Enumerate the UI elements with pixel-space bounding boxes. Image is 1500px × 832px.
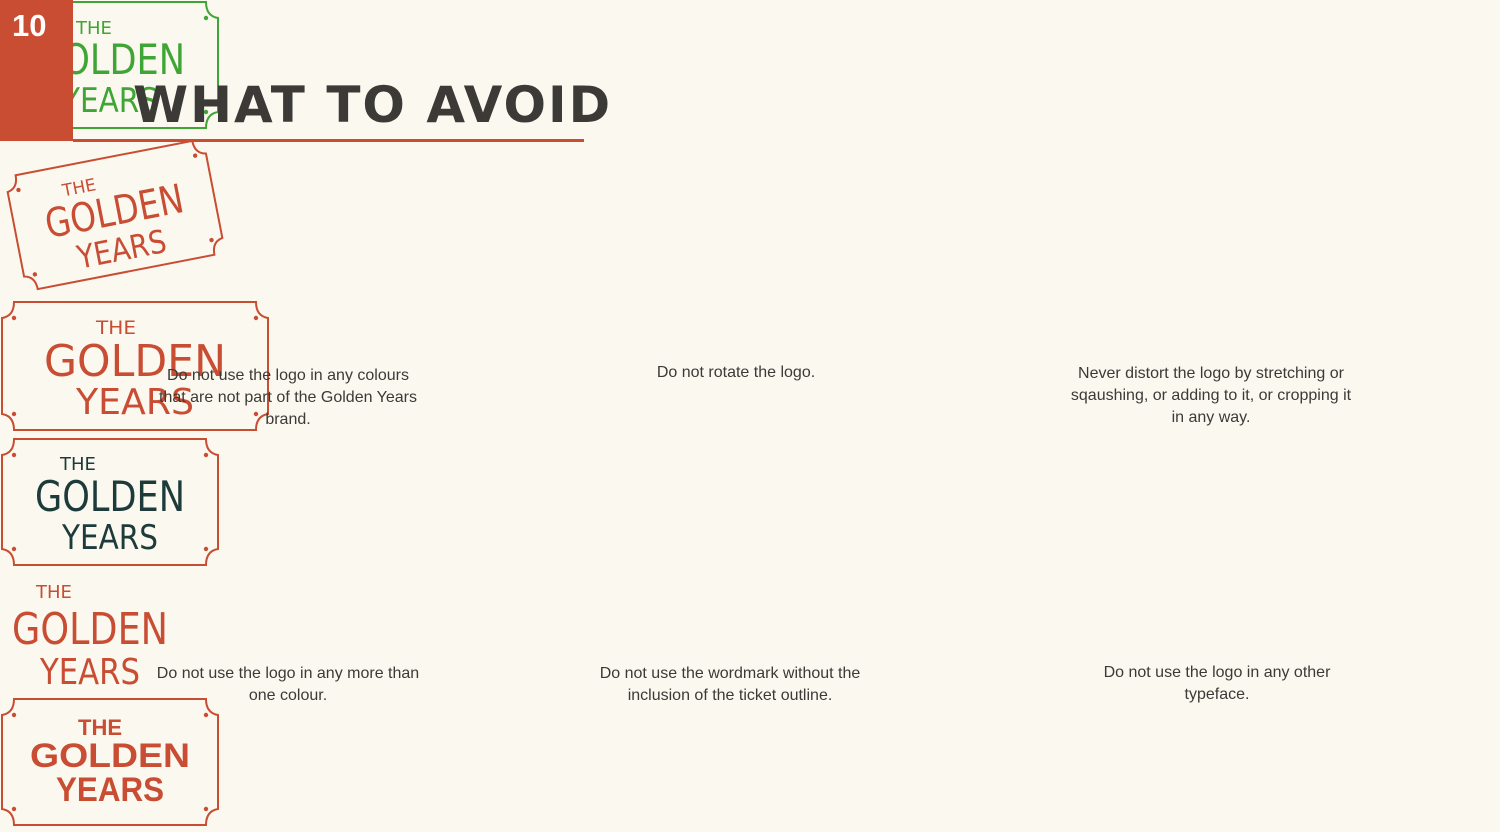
caption-rotated: Do not rotate the logo. bbox=[656, 364, 816, 381]
wordmark-years: YEARS bbox=[39, 652, 140, 692]
logo-two-colour-ticket: THE GOLDEN YEARS bbox=[1, 438, 219, 566]
caption-wrong-colour: Do not use the logo in any colours that … bbox=[159, 367, 417, 428]
wordmark-years: YEARS bbox=[61, 518, 158, 558]
caption-distorted: Never distort the logo by stretching or … bbox=[1070, 365, 1352, 426]
example-other-typeface: THE GOLDEN YEARS Do not use the logo in … bbox=[0, 664, 1500, 832]
wordmark-golden: GOLDEN bbox=[35, 472, 185, 521]
wordmark-years: YEARS bbox=[56, 771, 164, 809]
wordmark-golden: GOLDEN bbox=[30, 737, 190, 775]
wordmark-golden: GOLDEN bbox=[12, 604, 168, 655]
caption-no-ticket: Do not use the wordmark without the incl… bbox=[599, 665, 861, 704]
caption-other-typeface: Do not use the logo in any other typefac… bbox=[1103, 664, 1331, 703]
example-multi-colour: THE GOLDEN YEARS Do not use the logo in … bbox=[0, 437, 1500, 704]
page-number-tab: 10 bbox=[0, 0, 73, 141]
page-title: WHAT TO AVOID bbox=[133, 76, 613, 134]
page-number: 10 bbox=[12, 8, 47, 43]
logo-other-typeface-ticket: THE GOLDEN YEARS bbox=[1, 698, 219, 826]
example-rotated: THE GOLDEN YEARS Do not rotate the logo. bbox=[0, 135, 1500, 381]
wordmark-the: THE bbox=[35, 582, 72, 603]
caption-multi-colour: Do not use the logo in any more than one… bbox=[156, 665, 420, 704]
title-underline bbox=[73, 139, 584, 142]
logo-rotated-ticket: THE GOLDEN YEARS bbox=[6, 139, 224, 291]
